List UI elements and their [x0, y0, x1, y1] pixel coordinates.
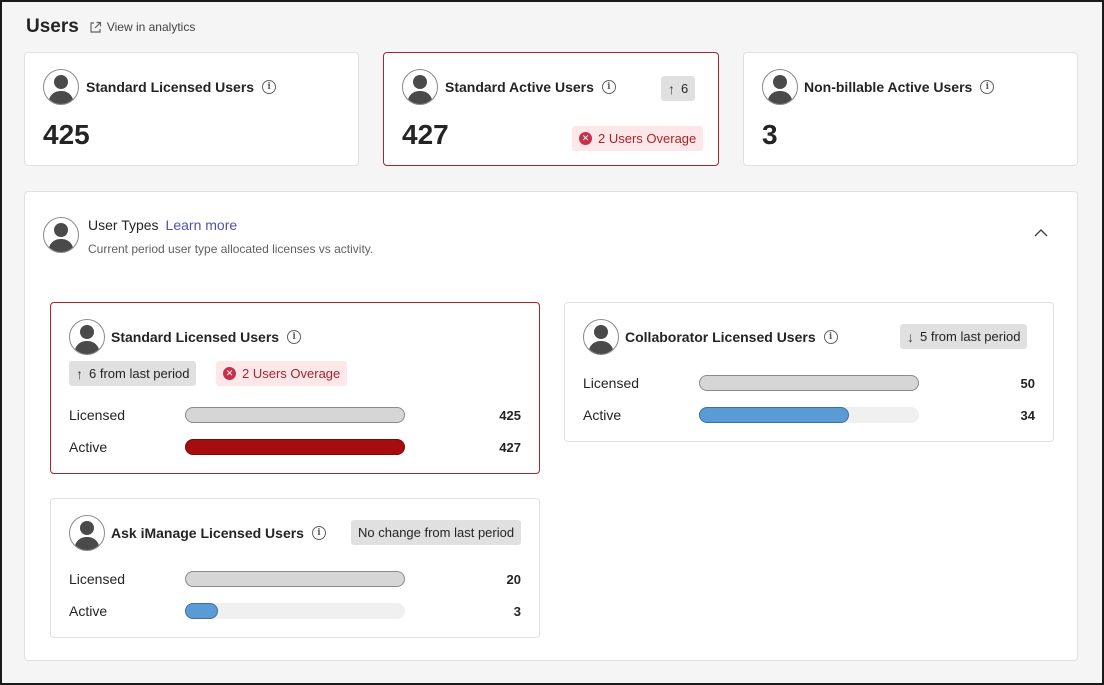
view-in-analytics-label: View in analytics — [106, 20, 196, 34]
overage-badge: ✕ 2 Users Overage — [216, 361, 348, 386]
change-value: 6 — [681, 81, 689, 96]
licensed-bar — [185, 407, 405, 423]
card-title-label: Ask iManage Licensed Users — [111, 525, 304, 541]
info-icon[interactable]: i — [601, 80, 616, 94]
overage-label: 2 Users Overage — [242, 366, 341, 381]
overage-badge: ✕ 2 Users Overage — [572, 126, 704, 151]
card-title: Collaborator Licensed Users i — [625, 329, 838, 345]
summary-card-non-billable: Non-billable Active Users i 3 — [743, 52, 1078, 166]
user-avatar-icon — [69, 515, 105, 551]
user-type-card-standard: Standard Licensed Users i ↑ 6 from last … — [50, 302, 540, 474]
page-header: Users View in analytics — [26, 16, 195, 38]
user-avatar-icon — [69, 319, 105, 355]
overage-label: 2 Users Overage — [598, 131, 697, 146]
licensed-value: 50 — [1020, 376, 1035, 391]
user-avatar-icon — [583, 319, 619, 355]
user-avatar-icon — [43, 69, 79, 105]
user-avatar-icon — [43, 217, 79, 253]
page-title: Users — [26, 16, 79, 37]
section-title: User Types Learn more — [88, 217, 237, 233]
info-icon[interactable]: i — [287, 330, 302, 344]
change-label: 5 from last period — [920, 329, 1021, 344]
info-icon[interactable]: i — [980, 80, 995, 94]
active-bar — [699, 407, 919, 423]
card-title: Standard Active Users i — [445, 79, 616, 95]
change-badge: No change from last period — [351, 520, 522, 545]
error-icon: ✕ — [223, 367, 236, 380]
card-title-label: Standard Licensed Users — [111, 329, 280, 345]
card-value: 425 — [43, 119, 90, 150]
active-label: Active — [69, 439, 108, 455]
error-icon: ✕ — [579, 132, 592, 145]
change-badge: ↓ 5 from last period — [900, 324, 1028, 349]
licensed-label: Licensed — [69, 571, 126, 587]
arrow-up-icon: ↑ — [668, 80, 675, 97]
licensed-bar — [699, 375, 919, 391]
licensed-value: 20 — [506, 572, 521, 587]
chevron-up-icon[interactable] — [1034, 228, 1048, 238]
change-badge: ↑ 6 — [661, 76, 696, 101]
learn-more-link[interactable]: Learn more — [166, 217, 238, 233]
user-types-panel: User Types Learn more Current period use… — [24, 191, 1078, 661]
licensed-bar-fill — [185, 571, 405, 587]
info-icon[interactable]: i — [823, 330, 838, 344]
active-bar — [185, 439, 405, 455]
arrow-down-icon: ↓ — [907, 328, 914, 345]
user-type-card-collaborator: Collaborator Licensed Users i ↓ 5 from l… — [564, 302, 1054, 442]
active-label: Active — [69, 603, 108, 619]
user-avatar-icon — [402, 69, 438, 105]
card-title: Non-billable Active Users i — [804, 79, 995, 95]
change-label: 6 from last period — [89, 366, 190, 381]
licensed-bar — [185, 571, 405, 587]
licensed-label: Licensed — [69, 407, 126, 423]
view-in-analytics-link[interactable]: View in analytics — [89, 20, 196, 34]
card-title-label: Non-billable Active Users — [804, 79, 973, 95]
card-title-label: Standard Active Users — [445, 79, 594, 95]
active-value: 427 — [499, 440, 521, 455]
active-label: Active — [583, 407, 622, 423]
external-link-icon — [90, 21, 101, 33]
active-bar — [185, 603, 405, 619]
user-type-card-ask-imanage: Ask iManage Licensed Users i No change f… — [50, 498, 540, 638]
active-bar-fill — [185, 603, 218, 619]
change-label: No change from last period — [358, 525, 515, 540]
licensed-label: Licensed — [583, 375, 640, 391]
card-title: Ask iManage Licensed Users i — [111, 525, 326, 541]
user-avatar-icon — [762, 69, 798, 105]
summary-card-standard-licensed: Standard Licensed Users i 425 — [24, 52, 359, 166]
section-title-label: User Types — [88, 217, 159, 233]
card-value: 427 — [402, 119, 449, 150]
active-bar-fill — [185, 439, 405, 455]
card-title: Standard Licensed Users i — [111, 329, 302, 345]
active-bar-fill — [699, 407, 849, 423]
info-icon[interactable]: i — [262, 80, 277, 94]
active-value: 34 — [1020, 408, 1035, 423]
change-badge: ↑ 6 from last period — [69, 361, 197, 386]
summary-card-standard-active: Standard Active Users i ↑ 6 427 ✕ 2 User… — [383, 52, 719, 166]
licensed-value: 425 — [499, 408, 521, 423]
page-frame: Users View in analytics Standard License… — [0, 0, 1104, 685]
card-title: Standard Licensed Users i — [86, 79, 277, 95]
info-icon[interactable]: i — [311, 526, 326, 540]
arrow-up-icon: ↑ — [76, 365, 83, 382]
section-subtitle: Current period user type allocated licen… — [88, 242, 374, 256]
licensed-bar-fill — [699, 375, 919, 391]
licensed-bar-fill — [185, 407, 405, 423]
card-title-label: Standard Licensed Users — [86, 79, 255, 95]
card-title-label: Collaborator Licensed Users — [625, 329, 816, 345]
active-value: 3 — [513, 604, 521, 619]
card-value: 3 — [762, 119, 778, 150]
